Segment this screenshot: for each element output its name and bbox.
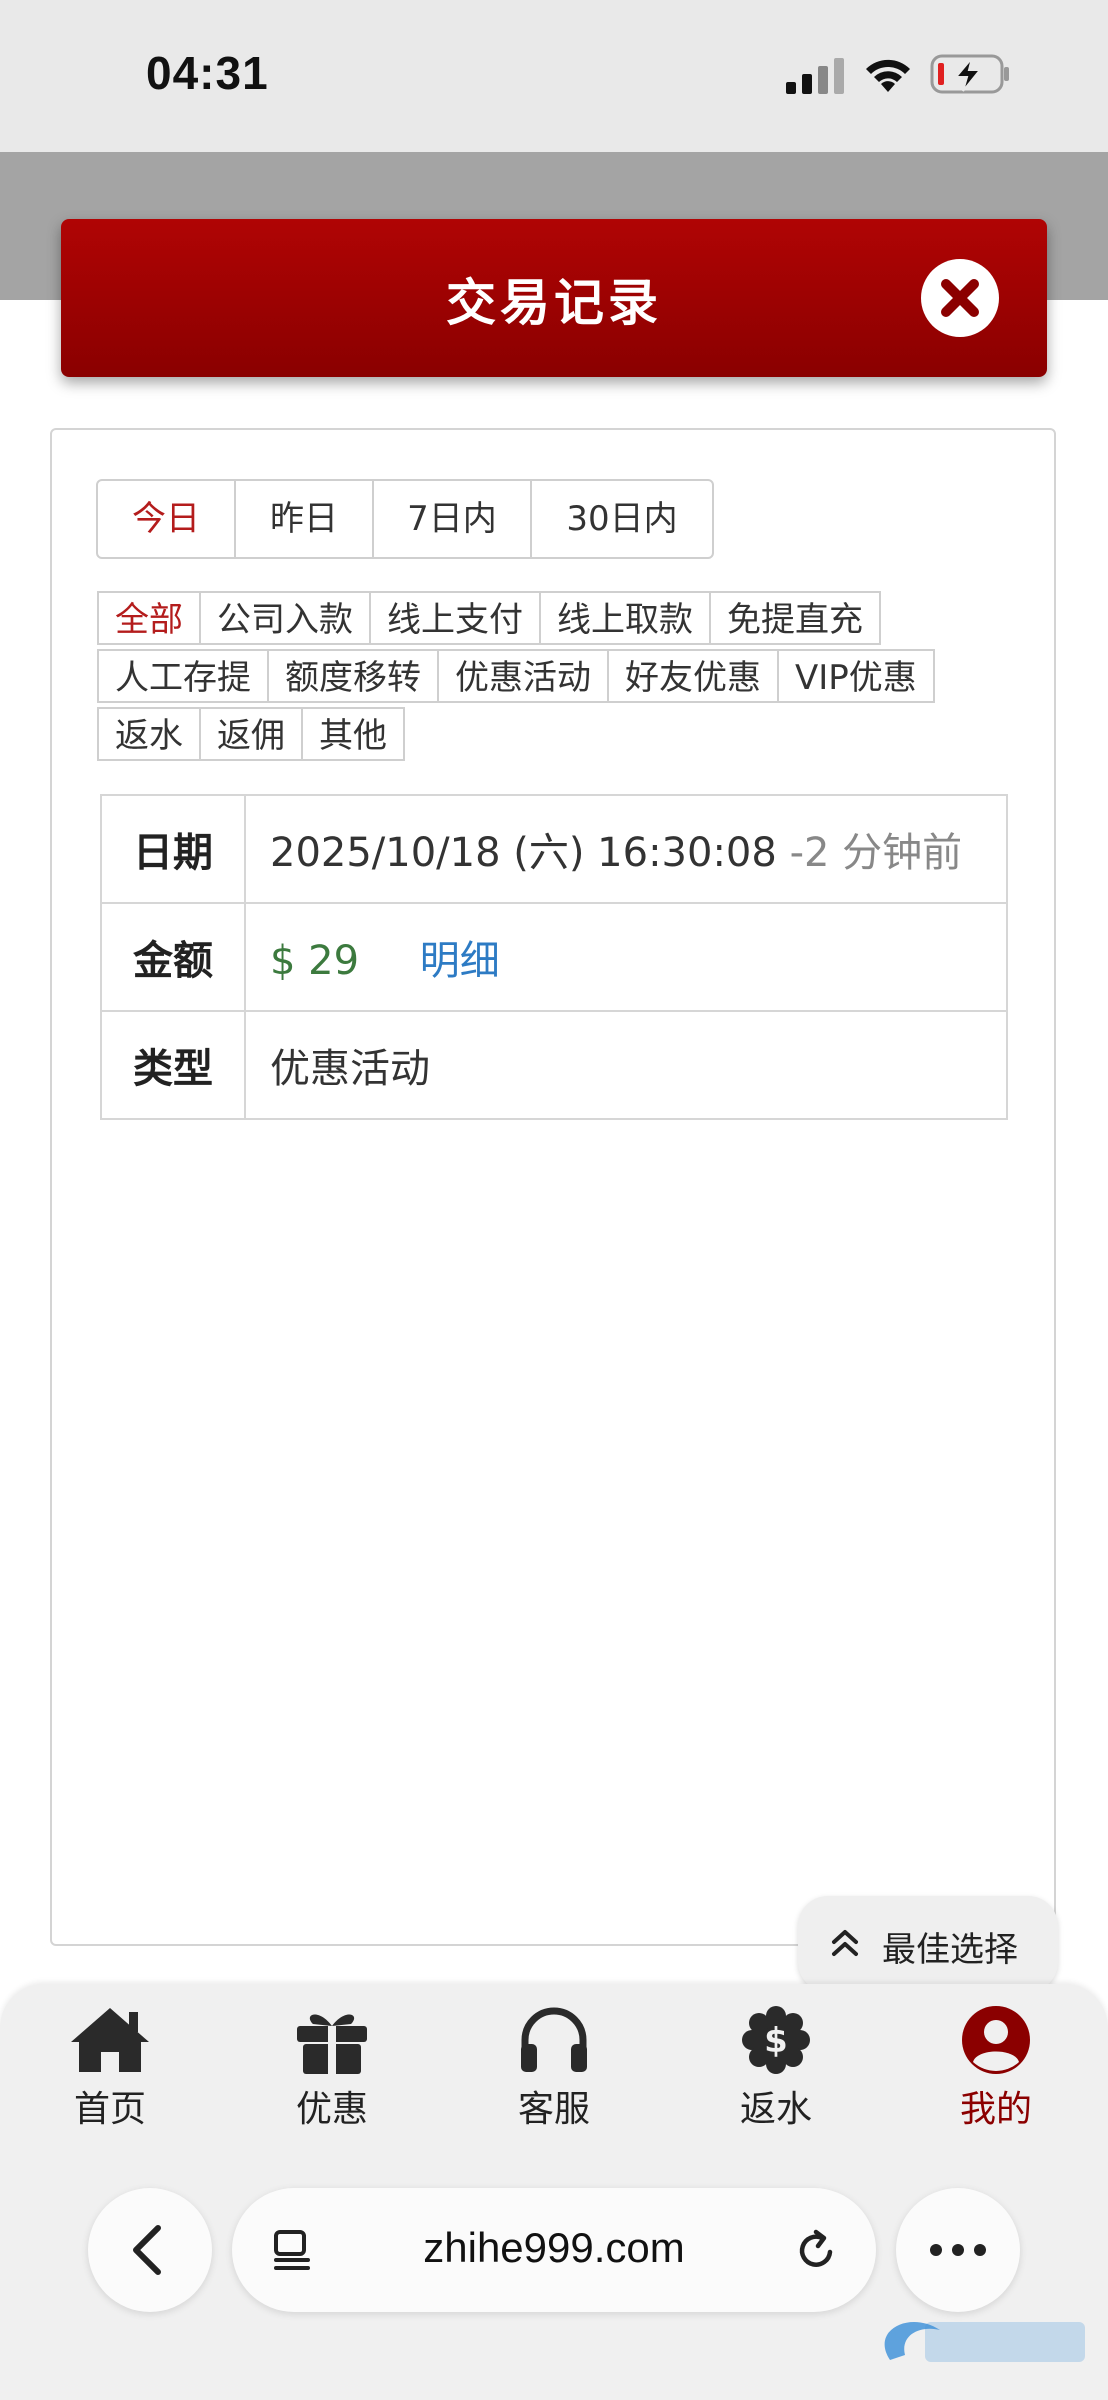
filter-company-deposit[interactable]: 公司入款 (199, 591, 371, 645)
filter-friend-bonus[interactable]: 好友优惠 (607, 649, 779, 703)
filter-online-payment[interactable]: 线上支付 (369, 591, 541, 645)
url-text: zhihe999.com (423, 2224, 685, 2271)
tab-today[interactable]: 今日 (98, 481, 236, 557)
date-label: 日期 (100, 794, 246, 904)
cellular-signal-icon (786, 58, 844, 94)
table-row: 金额 $ 29 明细 (100, 902, 1008, 1012)
tab-7-days[interactable]: 7日内 (374, 481, 532, 557)
svg-text:$: $ (764, 2021, 788, 2061)
amount-label: 金额 (100, 902, 246, 1012)
close-button[interactable] (921, 259, 999, 337)
ellipsis-icon (930, 2244, 986, 2256)
battery-charging-icon (930, 54, 1009, 94)
nav-profile-label: 我的 (959, 2089, 1032, 2130)
best-choice-label: 最佳选择 (882, 1930, 1018, 1970)
filter-transfer[interactable]: 额度移转 (267, 649, 439, 703)
status-bar: 04:31 (0, 0, 1108, 152)
date-cell: 2025/10/18 (六) 16:30:08 -2 分钟前 (244, 794, 1008, 904)
nav-support-label: 客服 (517, 2089, 590, 2130)
address-bar[interactable]: zhihe999.com (232, 2188, 876, 2312)
dollar-badge-icon: $ (742, 2006, 810, 2074)
user-circle-icon (962, 2006, 1030, 2074)
amount-value: $ 29 (270, 938, 360, 984)
home-icon (71, 2008, 149, 2072)
close-icon (941, 279, 979, 317)
reload-icon[interactable] (792, 2226, 840, 2274)
headset-icon (521, 2007, 587, 2072)
date-value: 2025/10/18 (六) 16:30:08 (270, 830, 777, 876)
filter-all[interactable]: 全部 (97, 591, 201, 645)
type-label: 类型 (100, 1010, 246, 1120)
nav-support[interactable]: 客服 (474, 2004, 634, 2134)
nav-promotions[interactable]: 优惠 (252, 2004, 412, 2134)
filter-other[interactable]: 其他 (301, 707, 405, 761)
watermark-logo (884, 2321, 1085, 2362)
nav-rebate[interactable]: $ 返水 (696, 2004, 856, 2134)
tab-30-days[interactable]: 30日内 (532, 481, 712, 557)
record-table: 日期 2025/10/18 (六) 16:30:08 -2 分钟前 金额 $ 2… (100, 794, 1008, 1120)
nav-home-label: 首页 (73, 2089, 146, 2130)
nav-home[interactable]: 首页 (30, 2004, 190, 2134)
filter-commission[interactable]: 返佣 (199, 707, 303, 761)
wifi-icon (866, 59, 910, 92)
detail-link[interactable]: 明细 (420, 938, 500, 984)
filter-promotion[interactable]: 优惠活动 (437, 649, 609, 703)
modal-header: 交易记录 (61, 219, 1047, 377)
type-value: 优惠活动 (244, 1010, 1008, 1120)
nav-rebate-label: 返水 (739, 2089, 812, 2130)
date-range-tabs: 今日 昨日 7日内 30日内 (96, 479, 714, 559)
filter-rebate[interactable]: 返水 (97, 707, 201, 761)
filter-vip-bonus[interactable]: VIP优惠 (777, 649, 935, 703)
gift-icon (297, 2014, 367, 2074)
more-button[interactable] (896, 2188, 1020, 2312)
amount-cell: $ 29 明细 (244, 902, 1008, 1012)
table-row: 日期 2025/10/18 (六) 16:30:08 -2 分钟前 (100, 794, 1008, 904)
page-title: 交易记录 (446, 274, 662, 332)
type-filters: 全部 公司入款 线上支付 线上取款 免提直充 人工存提 额度移转 优惠活动 好友… (97, 591, 997, 765)
tab-yesterday[interactable]: 昨日 (236, 481, 374, 557)
clock: 04:31 (146, 47, 269, 99)
chevron-left-icon (133, 2225, 161, 2275)
filter-direct-recharge[interactable]: 免提直充 (709, 591, 881, 645)
filter-online-withdrawal[interactable]: 线上取款 (539, 591, 711, 645)
filter-manual[interactable]: 人工存提 (97, 649, 269, 703)
nav-profile[interactable]: 我的 (916, 2004, 1076, 2134)
best-choice-button[interactable]: 最佳选择 (798, 1896, 1058, 1992)
time-ago: -2 分钟前 (789, 830, 963, 876)
nav-promotions-label: 优惠 (295, 2089, 368, 2130)
table-row: 类型 优惠活动 (100, 1010, 1008, 1120)
browser-back-button[interactable] (88, 2188, 212, 2312)
double-chevron-up-icon (832, 1930, 858, 1956)
